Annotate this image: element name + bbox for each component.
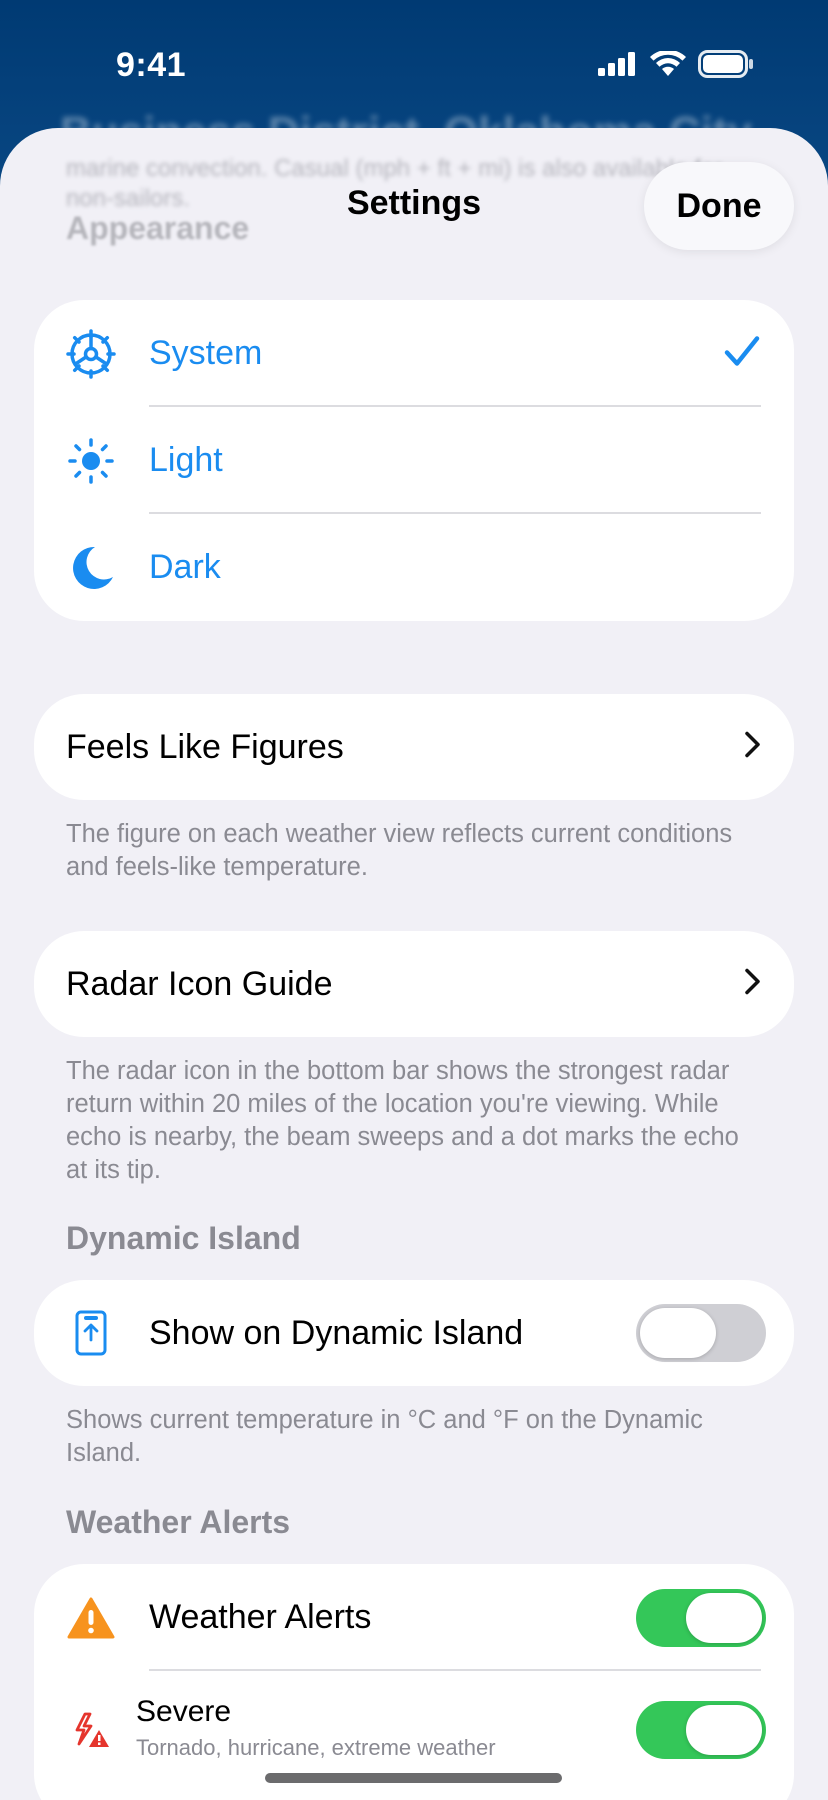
severe-subtitle: Tornado, hurricane, extreme weather [136,1735,496,1760]
radar-guide-footnote: The radar icon in the bottom bar shows t… [66,1057,739,1184]
home-indicator[interactable] [265,1773,562,1783]
weather-alerts-header: Weather Alerts [66,1504,291,1540]
severe-alerts-row: Severe Tornado, hurricane, extreme weath… [34,1671,794,1789]
cellular-signal-icon [598,52,635,76]
dynamic-island-label: Show on Dynamic Island [149,1313,524,1352]
appearance-header: Appearance [66,210,250,246]
feels-like-card: Feels Like Figures [34,694,794,800]
appearance-option-system[interactable]: System [34,300,794,407]
chevron-right-icon [744,968,762,1001]
dynamic-island-header: Dynamic Island [66,1220,301,1256]
feels-like-label: Feels Like Figures [66,727,344,766]
feels-like-row[interactable]: Feels Like Figures [34,694,794,800]
settings-sheet: marine convection. Casual (mph + ft + mi… [0,128,828,1800]
dynamic-island-row: Show on Dynamic Island [34,1280,794,1386]
light-label: Light [149,441,223,479]
weather-alerts-card: Weather Alerts Severe Tornado, hurricane… [34,1564,794,1800]
system-label: System [149,334,263,372]
weather-alerts-row: Weather Alerts [34,1564,794,1671]
status-bar: 9:41 [0,0,828,120]
weather-alerts-toggle[interactable] [636,1588,766,1647]
radar-guide-card: Radar Icon Guide [34,931,794,1037]
checkmark-icon [724,335,760,372]
toggle-knob [640,1308,716,1358]
warning-icon [66,1593,116,1643]
weather-alerts-label: Weather Alerts [149,1598,372,1636]
status-time: 9:41 [116,46,187,84]
moon-icon [66,543,116,593]
feels-like-footnote: The figure on each weather view reflects… [66,820,733,881]
toggle-knob [686,1592,762,1643]
dynamic-island-footnote: Shows current temperature in °C and °F o… [66,1406,703,1467]
severe-alerts-toggle[interactable] [636,1701,766,1759]
done-button[interactable]: Done [644,162,794,250]
gear-icon [66,328,116,379]
dark-label: Dark [149,548,221,586]
dynamic-island-toggle[interactable] [636,1304,766,1362]
chevron-right-icon [744,731,762,764]
appearance-option-dark[interactable]: Dark [34,514,794,621]
appearance-option-light[interactable]: Light [34,407,794,514]
phone-upload-icon [66,1308,116,1358]
toggle-knob [686,1705,762,1755]
severe-lightning-icon [66,1705,116,1755]
battery-icon [698,50,753,78]
radar-guide-label: Radar Icon Guide [66,964,333,1003]
sun-icon [66,436,116,486]
status-icons [598,50,754,78]
appearance-card: System Light Dark [34,300,794,621]
wifi-icon [650,51,686,76]
severe-title: Severe [136,1695,232,1728]
radar-guide-row[interactable]: Radar Icon Guide [34,931,794,1037]
dynamic-island-card: Show on Dynamic Island [34,1280,794,1386]
